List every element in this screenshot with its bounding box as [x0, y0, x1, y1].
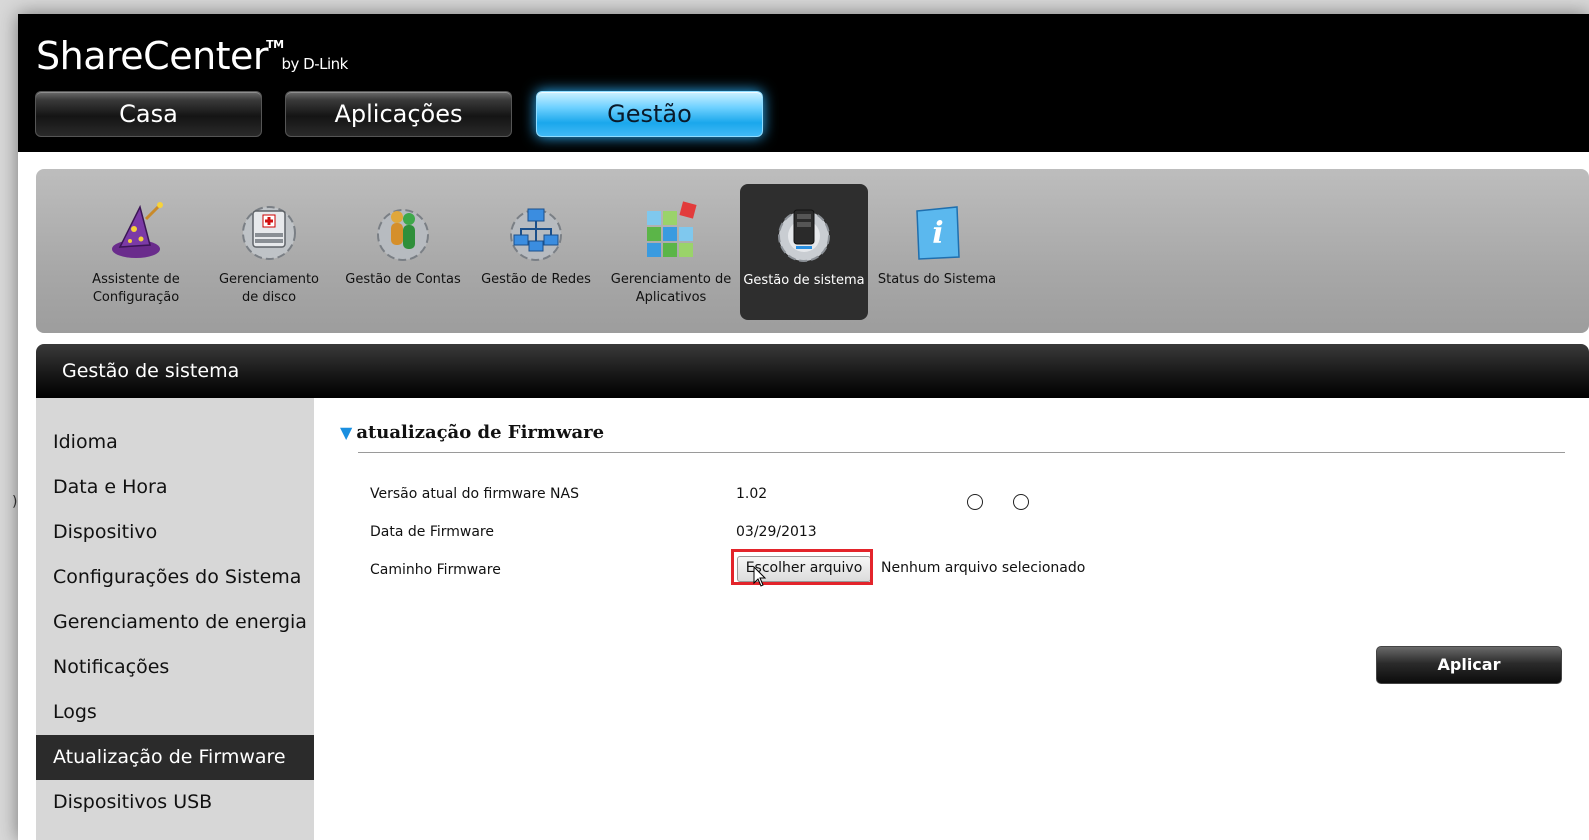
wizard-icon	[112, 202, 163, 258]
applications-icon	[647, 201, 697, 257]
tab-aplicacoes[interactable]: Aplicações	[285, 91, 512, 137]
icon-item-label: Gerenciamento de disco	[218, 272, 320, 305]
icon-item-label: Assistente de Configuração	[92, 272, 180, 305]
sidebar-item-logs[interactable]: Logs	[36, 690, 314, 735]
icon-item-disk-management[interactable]: Gerenciamento de disco	[214, 183, 324, 323]
icon-item-network[interactable]: Gestão de Redes	[476, 183, 596, 323]
sidebar-item-configuracoes-sistema[interactable]: Configurações do Sistema	[36, 555, 314, 600]
firmware-version-label: Versão atual do firmware NAS	[370, 486, 579, 502]
tab-casa[interactable]: Casa	[35, 91, 262, 137]
sharecenter-logo: ShareCenterTMby D-Link	[36, 34, 348, 78]
icon-item-applications[interactable]: Gerenciamento de Aplicativos	[606, 183, 736, 323]
management-icon-bar: Assistente de Configuração Gerenciamento d…	[36, 169, 1589, 333]
collapse-triangle-icon[interactable]: ▼	[340, 423, 352, 442]
app-window: ShareCenterTMby D-Link Casa Aplicações G…	[18, 14, 1589, 840]
edge-marker: )	[12, 494, 18, 510]
section-divider	[358, 452, 1565, 453]
disk-management-icon	[242, 206, 296, 260]
top-header: ShareCenterTMby D-Link Casa Aplicações G…	[18, 14, 1589, 152]
icon-item-label: Gestão de Redes	[481, 272, 591, 287]
sidebar-item-dispositivo[interactable]: Dispositivo	[36, 510, 314, 555]
sidebar-item-data-hora[interactable]: Data e Hora	[36, 465, 314, 510]
icon-item-label: Gestão de sistema	[743, 273, 865, 288]
radio-option-2[interactable]	[1013, 494, 1029, 510]
mouse-pointer-icon	[753, 566, 767, 587]
no-file-selected-text: Nenhum arquivo selecionado	[881, 560, 1086, 576]
icon-item-label: Gestão de Contas	[345, 272, 461, 287]
sidebar-item-atualizacao-firmware[interactable]: Atualização de Firmware	[36, 735, 314, 780]
firmware-date-label: Data de Firmware	[370, 524, 494, 540]
network-icon	[510, 208, 562, 261]
sidebar-item-notificacoes[interactable]: Notificações	[36, 645, 314, 690]
sidebar-item-gerenciamento-energia[interactable]: Gerenciamento de energia	[36, 600, 314, 645]
icon-item-accounts[interactable]: Gestão de Contas	[340, 183, 466, 323]
icon-item-label: Status do Sistema	[877, 272, 997, 287]
info-icon: i	[916, 206, 960, 260]
sidebar: Idioma Data e Hora Dispositivo Configura…	[36, 398, 314, 840]
firmware-date-value: 03/29/2013	[736, 524, 817, 540]
icon-item-label: Gerenciamento de Aplicativos	[610, 272, 732, 305]
sidebar-item-dispositivos-usb[interactable]: Dispositivos USB	[36, 780, 314, 825]
apply-button[interactable]: Aplicar	[1376, 646, 1562, 684]
firmware-path-label: Caminho Firmware	[370, 562, 501, 578]
firmware-version-value: 1.02	[736, 486, 768, 502]
system-management-icon	[778, 209, 830, 262]
firmware-content: ▼ atualização de Firmware Versão atual do…	[314, 398, 1589, 840]
section-title[interactable]: ▼ atualização de Firmware	[340, 422, 604, 443]
tab-gestao[interactable]: Gestão	[536, 91, 763, 137]
system-management-panel: Gestão de sistema Idioma Data e Hora Dis…	[36, 344, 1589, 840]
accounts-icon	[377, 209, 429, 261]
icon-item-system-management[interactable]: Gestão de sistema	[740, 184, 868, 320]
sidebar-item-idioma[interactable]: Idioma	[36, 420, 314, 465]
svg-text:i: i	[932, 216, 943, 251]
icon-item-setup-wizard[interactable]: Assistente de Configuração	[84, 183, 188, 323]
icon-item-system-status[interactable]: i Status do Sistema	[872, 183, 1002, 323]
panel-title: Gestão de sistema	[36, 344, 1589, 398]
radio-option-1[interactable]	[967, 494, 983, 510]
